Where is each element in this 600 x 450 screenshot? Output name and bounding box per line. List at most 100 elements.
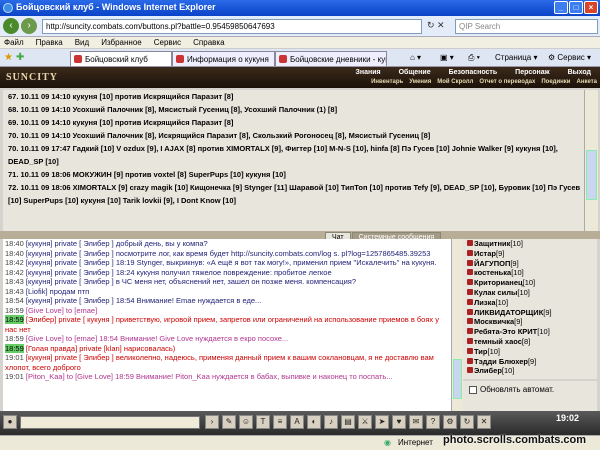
address-bar: ‹ › http://suncity.combats.com/buttons.p…: [0, 16, 600, 37]
minimize-button[interactable]: _: [554, 1, 568, 14]
back-icon[interactable]: ‹: [3, 18, 19, 34]
chat-line: 18:40 [кукуня] private [ Элибер ] добрый…: [5, 239, 208, 248]
menu-edit[interactable]: Правка: [36, 37, 63, 48]
game-logo: SUNCITY: [6, 72, 59, 83]
search-input[interactable]: QIP Search: [455, 19, 598, 34]
user-item[interactable]: костенька[10]: [463, 268, 597, 278]
run-icon[interactable]: ➤: [375, 415, 389, 429]
chat-line: 18:42 [кукуня] private [ Элибер ] 18:24 …: [5, 267, 332, 277]
clan-icon: [467, 328, 473, 335]
help-icon[interactable]: ?: [426, 415, 440, 429]
user-item[interactable]: Криторианец[10]: [463, 278, 597, 288]
menu-bar: Файл Правка Вид Избранное Сервис Справка: [0, 37, 600, 49]
game-submenu-item[interactable]: Поединки: [538, 78, 573, 87]
color-icon[interactable]: ◐: [307, 415, 321, 429]
forward-icon[interactable]: ›: [21, 18, 37, 34]
clear-icon[interactable]: ✎: [222, 415, 236, 429]
maximize-button[interactable]: □: [569, 1, 583, 14]
chat-line: 18:42 [кукуня] private [ Элибер ] 18:19 …: [5, 258, 437, 267]
user-item[interactable]: Истар[9]: [463, 249, 597, 259]
print-icon[interactable]: ⎙ ▾: [468, 53, 480, 63]
user-item[interactable]: Кулак силы[10]: [463, 288, 597, 298]
user-item[interactable]: ЙАГУПОП[9]: [463, 259, 597, 269]
refresh-icon[interactable]: ↻ ✕: [427, 20, 445, 31]
clan-icon: [467, 308, 473, 315]
tab-info[interactable]: Информация о кукуня: [172, 51, 275, 66]
url-field[interactable]: http://suncity.combats.com/buttons.pl?ba…: [42, 19, 422, 34]
tab-combats[interactable]: Бойцовский клуб: [70, 51, 172, 66]
mail-icon[interactable]: ✉: [409, 415, 423, 429]
user-item[interactable]: Элибер[10]: [463, 366, 597, 376]
smiles-icon[interactable]: ☺: [239, 415, 253, 429]
ie-icon: [3, 3, 13, 13]
game-menu-item[interactable]: Общение: [390, 68, 440, 77]
chat-line: 19:01 [Piton_Kaa] to [Give Love] 18:59 В…: [5, 372, 393, 381]
fight-icon[interactable]: ⚔: [358, 415, 372, 429]
chat-mode-icon[interactable]: ●: [3, 415, 17, 429]
font-icon[interactable]: A: [290, 415, 304, 429]
refresh-chat-icon[interactable]: ↻: [460, 415, 474, 429]
menu-help[interactable]: Справка: [193, 37, 224, 48]
tab-bar: ★ ✚ Бойцовский клуб Информация о кукуня …: [0, 49, 600, 67]
game-menu-item[interactable]: Безопасность: [440, 68, 507, 77]
feeds-icon[interactable]: ▣ ▾: [440, 53, 454, 62]
clan-icon: [467, 240, 473, 246]
game-menu-item[interactable]: Выход: [559, 68, 600, 77]
close-button[interactable]: ×: [584, 1, 598, 14]
chat-line: 18:40 [кукуня] private [ Элибер ] посмот…: [5, 248, 431, 258]
game-submenu-item[interactable]: Инвентарь: [368, 78, 406, 87]
log-row: 70. 10.11 09 14:10 Усохший Палочник [8],…: [8, 131, 431, 140]
user-item[interactable]: Лизка[10]: [463, 298, 597, 308]
page-menu[interactable]: Страница ▾: [495, 53, 538, 62]
user-item[interactable]: темный хаос[8]: [463, 337, 597, 347]
clan-icon: [467, 367, 473, 374]
sound-icon[interactable]: ♪: [324, 415, 338, 429]
send-icon[interactable]: ›: [205, 415, 219, 429]
game-menu-item[interactable]: Знания: [346, 68, 389, 77]
chat-line: 19:01 [кукуня] private [ Элибер ] велико…: [5, 353, 434, 372]
menu-favorites[interactable]: Избранное: [101, 37, 142, 48]
exit-icon[interactable]: ✕: [477, 415, 491, 429]
friends-icon[interactable]: ♥: [392, 415, 406, 429]
chat-input[interactable]: [20, 416, 200, 429]
translit-icon[interactable]: T: [256, 415, 270, 429]
menu-view[interactable]: Вид: [75, 37, 89, 48]
chat-scrollbar[interactable]: [451, 239, 463, 411]
user-item[interactable]: Защитник[10]: [463, 239, 597, 249]
user-item[interactable]: Москвичка[9]: [463, 317, 597, 327]
menu-file[interactable]: Файл: [4, 37, 24, 48]
globe-icon: ◉: [384, 438, 391, 447]
online-users-list: Защитник[10] Истар[9] ЙАГУПОП[9] костень…: [463, 239, 597, 379]
chat-line: 18:43 [Liofik] продам птп: [5, 286, 90, 296]
game-submenu-item[interactable]: Мой Скролл: [434, 78, 476, 87]
menu-tools[interactable]: Сервис: [154, 37, 181, 48]
scroll-thumb[interactable]: [586, 150, 597, 200]
user-item[interactable]: ЛИКВИДАТОРЩИК[9]: [463, 308, 597, 318]
scroll-thumb[interactable]: [453, 359, 462, 399]
log-scrollbar[interactable]: [584, 90, 598, 231]
user-item[interactable]: Тир[10]: [463, 347, 597, 357]
chat-line: 18:54 [кукуня] private [ Элибер ] 18:54 …: [5, 296, 262, 305]
filter-icon[interactable]: ≡: [273, 415, 287, 429]
game-submenu-item[interactable]: Отчет о переводах: [476, 78, 538, 87]
window-title: Бойцовский клуб - Windows Internet Explo…: [16, 2, 216, 12]
game-menu-item[interactable]: Персонаж: [506, 68, 558, 77]
tab-favicon-icon: [176, 55, 184, 63]
auto-refresh-checkbox[interactable]: [469, 386, 477, 394]
auto-refresh-label: Обновлять автомат.: [480, 385, 555, 394]
settings-icon[interactable]: ⚙: [443, 415, 457, 429]
home-icon[interactable]: ⌂ ▾: [410, 53, 421, 62]
clan-icon: [467, 337, 473, 344]
tab-diaries[interactable]: Бойцовские дневники - кук...: [275, 51, 387, 66]
chat-line: 18:59 [Give Love] to [emae] 18:54 Вниман…: [5, 334, 289, 343]
favorites-star-icon[interactable]: ★: [4, 52, 13, 63]
add-favorites-icon[interactable]: ✚: [16, 52, 24, 63]
game-submenu-item[interactable]: Анкета: [574, 78, 600, 87]
tools-menu[interactable]: ⚙ Сервис ▾: [548, 53, 591, 62]
log-icon[interactable]: ▤: [341, 415, 355, 429]
game-submenu-item[interactable]: Умения: [406, 78, 434, 87]
log-row: 70. 10.11 09 17:47 Гадкий [10] V ozdux […: [8, 144, 558, 166]
chat-panel: 18:40 [кукуня] private [ Элибер ] добрый…: [3, 239, 451, 411]
user-item[interactable]: Ребята-Это КРИТ[10]: [463, 327, 597, 337]
user-item[interactable]: Тэдди Блюхер[9]: [463, 357, 597, 367]
